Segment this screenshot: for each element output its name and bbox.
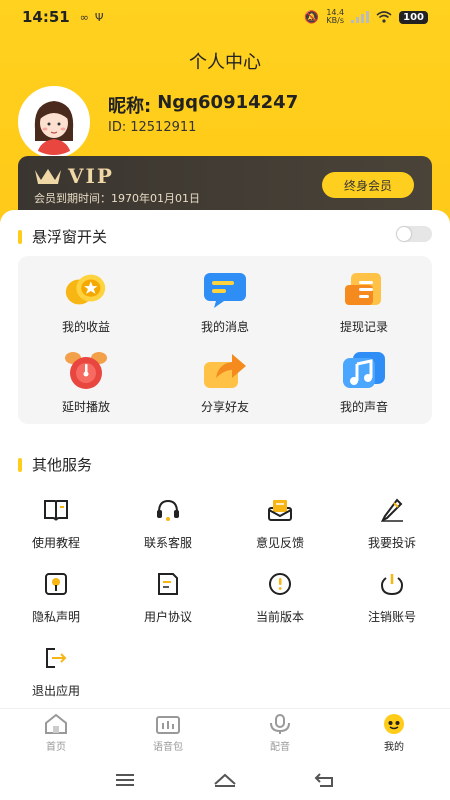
vip-logo: VIP [34,164,114,188]
agreement-icon [154,570,182,598]
system-nav-bar [0,760,450,800]
avatar-girl-icon [21,89,87,155]
service-feedback[interactable]: 意见反馈 [224,496,336,551]
service-current-version[interactable]: 当前版本 [224,570,336,625]
vip-expire-date: 会员到期时间： 1970年01月01日 [34,192,200,205]
feature-delayed-play[interactable]: 延时播放 [26,350,146,415]
service-exit-app[interactable]: 退出应用 [0,644,112,699]
service-complaint[interactable]: 我要投诉 [336,496,448,551]
feedback-icon [266,496,294,524]
back-icon[interactable] [310,768,340,792]
logout-icon [42,644,70,672]
vip-card[interactable]: VIP 会员到期时间： 1970年01月01日 终身会员 [18,156,432,218]
other-services-header: 其他服务 [18,454,92,475]
feature-my-voice[interactable]: 我的声音 [304,350,424,415]
battery-indicator: 100 [399,10,428,24]
net-speed: 14.4 KB/s [326,8,345,25]
other-services-title: 其他服务 [32,456,93,474]
user-id: ID: 12512911 [108,120,197,135]
service-tutorial[interactable]: 使用教程 [0,496,112,551]
power-icon [378,570,406,598]
floating-window-header: 悬浮窗开关 [18,226,107,247]
withdraw-record-icon [340,270,388,310]
status-bar: 14:51 ∞ Ψ 🔕 14.4 KB/s 100 [0,0,450,34]
dubbing-icon [270,714,290,734]
infinity-icon: ∞ [79,10,89,24]
service-customer-support[interactable]: 联系客服 [112,496,224,551]
bottom-nav: 首页 语音包 配音 我的 [0,708,450,760]
feature-grid: 我的收益 我的消息 提现记录 延时播放 分享好友 我的声音 [18,256,432,424]
nav-voice-pack[interactable]: 语音包 [128,713,208,753]
service-user-agreement[interactable]: 用户协议 [112,570,224,625]
lifetime-vip-button[interactable]: 终身会员 [322,172,414,198]
crown-icon [35,169,61,184]
info-icon [266,570,294,598]
nav-mine[interactable]: 我的 [354,713,434,753]
page-title: 个人中心 [189,52,261,73]
floating-window-toggle[interactable] [396,226,432,242]
feature-my-messages[interactable]: 我的消息 [165,270,285,335]
mine-icon [384,714,404,734]
nav-dubbing[interactable]: 配音 [240,713,320,753]
menu-icon[interactable] [110,768,140,792]
service-privacy[interactable]: 隐私声明 [0,570,112,625]
headset-icon [154,496,182,524]
nickname: 昵称: Ngq60914247 [108,92,299,117]
feature-share-friends[interactable]: 分享好友 [165,350,285,415]
service-delete-account[interactable]: 注销账号 [336,570,448,625]
share-icon [201,350,249,390]
home-icon [45,713,67,734]
floating-window-title: 悬浮窗开关 [32,228,108,246]
wifi-icon [376,11,392,23]
feature-withdraw-record[interactable]: 提现记录 [304,270,424,335]
music-note-icon [340,350,388,390]
book-icon [42,496,70,524]
alarm-clock-icon [62,350,110,390]
nav-home[interactable]: 首页 [16,713,96,753]
privacy-icon [42,570,70,598]
signal-icon [351,11,370,23]
feature-my-earnings[interactable]: 我的收益 [26,270,146,335]
system-home-icon[interactable] [210,768,240,792]
status-time: 14:51 [22,8,70,26]
coins-icon [62,270,110,310]
pencil-icon [378,496,406,524]
mute-icon: 🔕 [304,10,320,24]
usb-icon: Ψ [94,10,104,24]
voice-pack-icon [156,716,180,734]
message-icon [201,270,249,310]
avatar[interactable] [18,86,90,158]
